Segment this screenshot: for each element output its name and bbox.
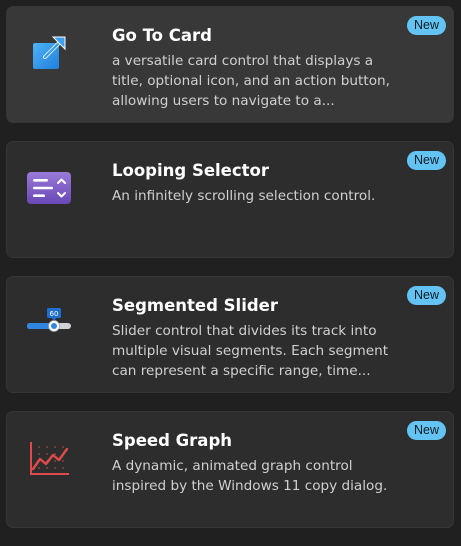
card-list: Go To Card a versatile card control that… <box>6 6 454 546</box>
card-go-to-card[interactable]: Go To Card a versatile card control that… <box>6 6 454 123</box>
go-to-card-icon <box>25 29 73 77</box>
segmented-slider-icon: 60 <box>25 299 73 347</box>
card-title: Looping Selector <box>112 161 270 180</box>
card-title: Go To Card <box>112 26 212 45</box>
card-description: A dynamic, animated graph control inspir… <box>112 458 388 494</box>
card-speed-graph[interactable]: Speed Graph A dynamic, animated graph co… <box>6 411 454 528</box>
new-badge: New <box>406 16 446 35</box>
card-description: Slider control that divides its track in… <box>112 323 389 379</box>
looping-selector-icon <box>25 164 73 212</box>
card-title: Segmented Slider <box>112 296 278 315</box>
new-badge: New <box>406 286 446 305</box>
card-looping-selector[interactable]: Looping Selector An infinitely scrolling… <box>6 141 454 258</box>
slider-value-label: 60 <box>50 310 59 318</box>
new-badge: New <box>406 151 446 170</box>
speed-graph-icon <box>25 434 73 482</box>
card-title: Speed Graph <box>112 431 233 450</box>
card-segmented-slider[interactable]: 60 Segmented Slider Slider control that … <box>6 276 454 393</box>
card-description: An infinitely scrolling selection contro… <box>112 188 376 204</box>
card-description: a versatile card control that displays a… <box>112 53 390 109</box>
new-badge: New <box>406 421 446 440</box>
